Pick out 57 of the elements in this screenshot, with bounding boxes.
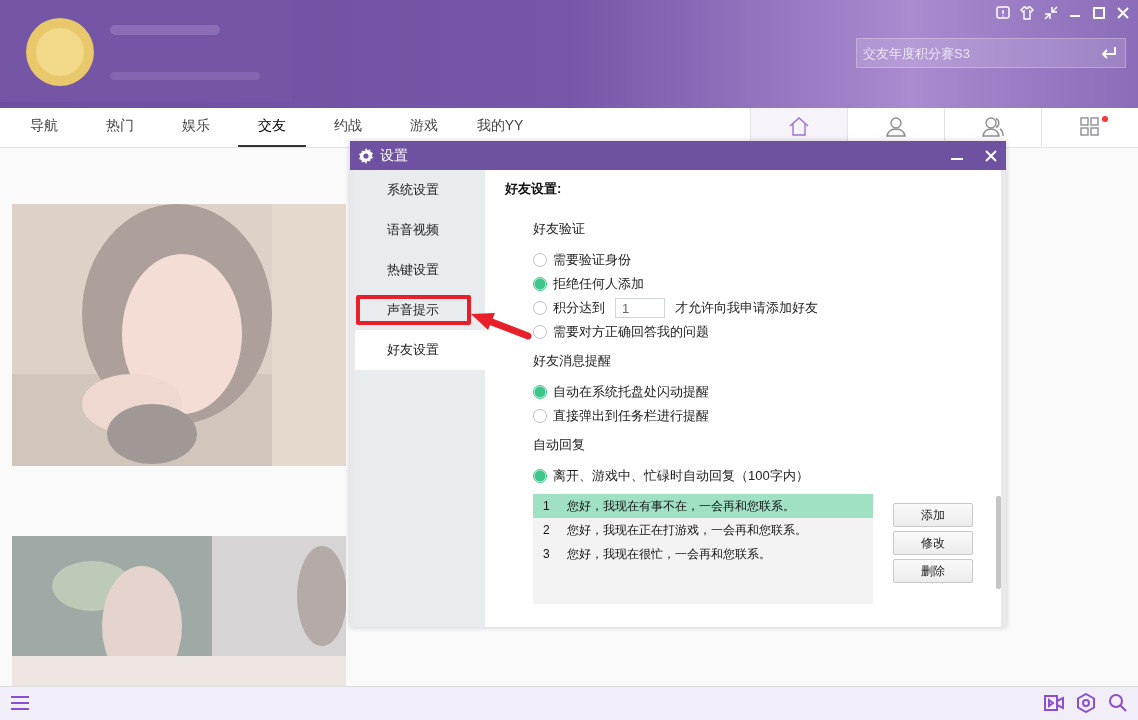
option-label: 直接弹出到任务栏进行提醒	[553, 407, 709, 425]
sidebar-item[interactable]: 好友设置	[355, 330, 485, 370]
radio-button[interactable]	[533, 325, 547, 339]
reply-row[interactable]: 2 您好，我现在正在打游戏，一会再和您联系。	[533, 518, 873, 542]
close-icon[interactable]	[1116, 6, 1130, 20]
settings-icon[interactable]	[1076, 693, 1096, 714]
sidebar-item[interactable]: 热键设置	[355, 250, 485, 290]
maximize-icon[interactable]	[1092, 6, 1106, 20]
enter-icon[interactable]	[1100, 46, 1118, 60]
people-icon	[981, 115, 1005, 140]
option-label: 需要验证身份	[553, 251, 631, 269]
option-label: 自动在系统托盘处闪动提醒	[553, 383, 709, 401]
shrink-icon[interactable]	[1044, 6, 1058, 20]
group-title: 自动回复	[533, 436, 586, 454]
reply-text: 您好，我现在正在打游戏，一会再和您联系。	[567, 521, 807, 539]
video-icon[interactable]	[1044, 693, 1064, 714]
option-label: 离开、游戏中、忙碌时自动回复（100字内）	[553, 467, 809, 485]
sidebar-item[interactable]: 语音视频	[355, 210, 485, 250]
reply-text: 您好，我现在很忙，一会再和您联系。	[567, 545, 771, 563]
action-button[interactable]: 修改	[893, 531, 973, 555]
action-button[interactable]: 删除	[893, 559, 973, 583]
nav-tab[interactable]: 导航	[10, 108, 78, 147]
option-label: 需要对方正确回答我的问题	[553, 323, 709, 341]
person-icon	[884, 115, 908, 140]
reply-text: 您好，我现在有事不在，一会再和您联系。	[567, 497, 795, 515]
radio-button[interactable]	[533, 409, 547, 423]
reply-row[interactable]: 3 您好，我现在很忙，一会再和您联系。	[533, 542, 873, 566]
radio-button[interactable]	[533, 253, 547, 267]
gear-icon	[358, 147, 374, 164]
nav-tab[interactable]: 娱乐	[162, 108, 230, 147]
group-title: 好友验证	[533, 220, 586, 238]
row-number: 1	[542, 499, 551, 513]
option-label: 积分达到	[553, 299, 605, 317]
shirt-icon[interactable]	[1020, 6, 1034, 20]
row-number: 2	[542, 523, 551, 537]
close-icon[interactable]	[984, 148, 998, 163]
dialog-title: 设置	[380, 146, 408, 165]
section-heading: 好友设置:	[505, 180, 563, 198]
group-title: 好友消息提醒	[533, 352, 612, 370]
points-field[interactable]: 1	[615, 298, 665, 318]
notification-dot	[1102, 116, 1108, 123]
row-number: 3	[542, 547, 551, 561]
feedback-icon[interactable]	[996, 6, 1010, 20]
sidebar-item[interactable]: 系统设置	[355, 170, 485, 210]
radio-button[interactable]	[533, 301, 547, 315]
nav-tab[interactable]: 热门	[86, 108, 154, 147]
radio-button[interactable]	[533, 469, 547, 483]
option-label: 拒绝任何人添加	[553, 275, 644, 293]
nav-tab[interactable]: 交友	[238, 108, 306, 147]
sidebar-item[interactable]: 声音提示	[355, 290, 485, 330]
action-button[interactable]: 添加	[893, 503, 973, 527]
search-icon[interactable]	[1108, 693, 1128, 714]
radio-button[interactable]	[533, 277, 547, 291]
option-label: 才允许向我申请添加好友	[675, 299, 818, 317]
reply-row[interactable]: 1 您好，我现在有事不在，一会再和您联系。	[533, 494, 873, 518]
scrollbar-thumb[interactable]	[996, 496, 1001, 589]
radio-button[interactable]	[533, 385, 547, 399]
